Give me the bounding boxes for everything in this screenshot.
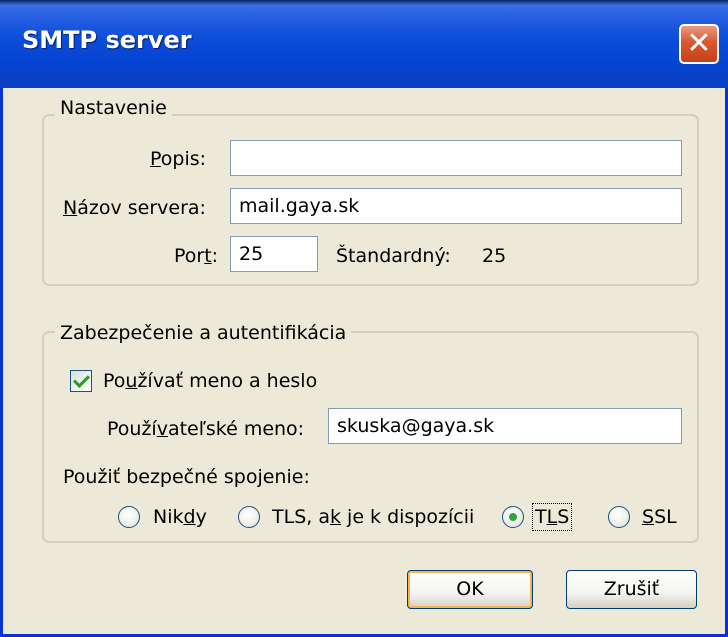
username-label: Používateľské meno:	[107, 418, 305, 440]
server-name-label: Názov servera:	[63, 197, 206, 219]
settings-legend: Nastavenie	[55, 97, 172, 119]
port-label: Port:	[174, 245, 219, 267]
radio-tls[interactable]	[502, 506, 524, 528]
port-input[interactable]	[230, 236, 318, 272]
radio-ssl[interactable]	[608, 506, 630, 528]
default-port-label: Štandardný:	[336, 245, 451, 267]
use-auth-label[interactable]: Používať meno a heslo	[103, 370, 317, 392]
radio-tls-label[interactable]: TLS	[531, 503, 573, 531]
description-input[interactable]	[230, 140, 682, 176]
security-legend: Zabezpečenie a autentifikácia	[55, 322, 352, 344]
radio-ssl-label[interactable]: SSL	[642, 506, 677, 528]
use-auth-checkbox[interactable]	[70, 370, 92, 392]
radio-never-label[interactable]: Nikdy	[153, 506, 207, 528]
title-bar[interactable]: SMTP server ✕	[0, 0, 728, 88]
window-title: SMTP server	[22, 26, 192, 54]
smtp-server-dialog: SMTP server ✕ Nastavenie Popis: Názov se…	[0, 0, 728, 637]
close-button[interactable]: ✕	[679, 24, 719, 64]
radio-tls-if-available-label[interactable]: TLS, ak je k dispozícii	[272, 506, 474, 528]
close-icon: ✕	[686, 26, 712, 61]
username-input[interactable]	[328, 408, 682, 444]
radio-never[interactable]	[118, 506, 140, 528]
description-label: Popis:	[150, 148, 207, 170]
server-name-input[interactable]	[230, 188, 682, 224]
ok-button[interactable]: OK	[407, 570, 533, 609]
default-port-value: 25	[482, 245, 507, 267]
cancel-button[interactable]: Zrušiť	[566, 570, 697, 609]
secure-connection-label: Použiť bezpečné spojenie:	[63, 466, 310, 488]
radio-tls-if-available[interactable]	[238, 506, 260, 528]
